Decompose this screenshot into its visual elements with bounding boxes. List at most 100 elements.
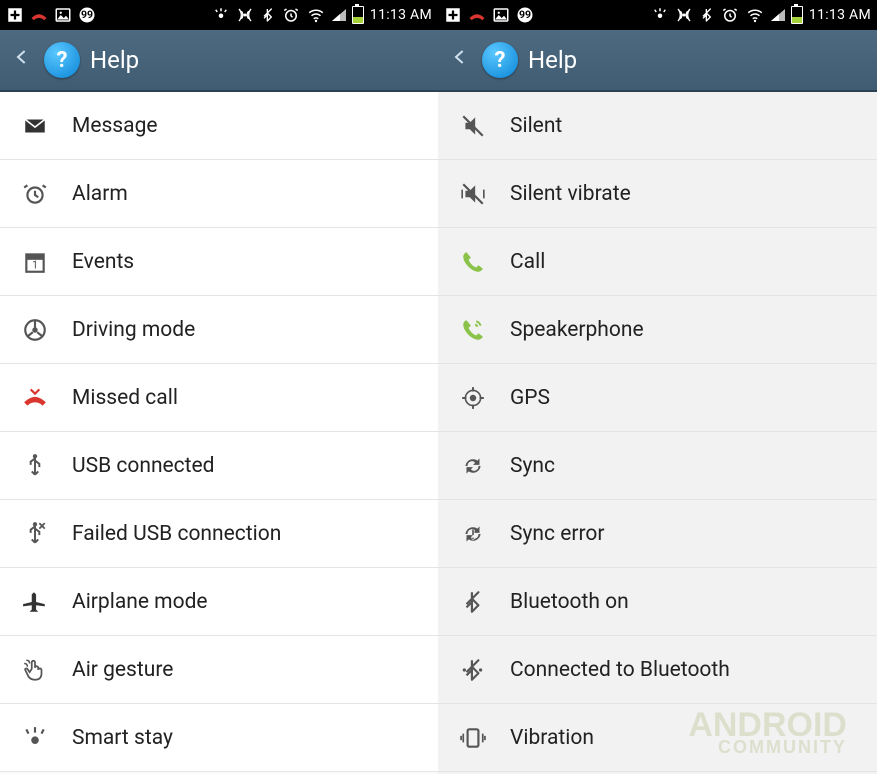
airplane-icon bbox=[20, 589, 50, 615]
hangouts-icon bbox=[516, 6, 534, 24]
list-item-label: Silent bbox=[510, 114, 562, 138]
smart-stay-icon bbox=[651, 6, 669, 24]
missed-call-icon bbox=[20, 385, 50, 411]
gps-icon bbox=[458, 385, 488, 411]
usb-error-icon bbox=[20, 521, 50, 547]
plus-icon bbox=[6, 6, 24, 24]
list-item-label: Failed USB connection bbox=[72, 522, 281, 546]
chevron-left-icon bbox=[14, 44, 30, 70]
list-item-message[interactable]: Message bbox=[0, 92, 438, 160]
message-icon bbox=[20, 113, 50, 139]
list-item-label: Smart stay bbox=[72, 726, 173, 750]
list-item-label: Sync error bbox=[510, 522, 604, 546]
signal-icon bbox=[771, 9, 785, 21]
list-item-silent-vibrate[interactable]: Silent vibrate bbox=[438, 160, 877, 228]
list-item-speakerphone[interactable]: Speakerphone bbox=[438, 296, 877, 364]
list-item-label: Air gesture bbox=[72, 658, 173, 682]
list-item-vibration[interactable]: Vibration bbox=[438, 704, 877, 772]
list-item-label: Silent vibrate bbox=[510, 182, 631, 206]
chevron-left-icon bbox=[452, 44, 468, 70]
battery-icon bbox=[352, 6, 364, 24]
alarm-icon bbox=[282, 6, 300, 24]
eye-icon bbox=[20, 725, 50, 751]
list-item-label: Airplane mode bbox=[72, 590, 208, 614]
list-item-alarm[interactable]: Alarm bbox=[0, 160, 438, 228]
list-item-call[interactable]: Call bbox=[438, 228, 877, 296]
silent-icon bbox=[458, 113, 488, 139]
page-title: Help bbox=[90, 46, 139, 74]
bluetooth-icon bbox=[458, 589, 488, 615]
wifi-icon bbox=[745, 6, 765, 24]
hangouts-icon bbox=[78, 6, 96, 24]
list-item-driving-mode[interactable]: Driving mode bbox=[0, 296, 438, 364]
list-item-sync[interactable]: Sync bbox=[438, 432, 877, 500]
list-item-label: Sync bbox=[510, 454, 555, 478]
list-item-silent[interactable]: Silent bbox=[438, 92, 877, 160]
plus-icon bbox=[444, 6, 462, 24]
status-bar: 11:13 AM bbox=[0, 0, 438, 30]
missed-call-icon bbox=[30, 6, 48, 24]
bluetooth-icon bbox=[260, 6, 276, 24]
screenshot-right: 11:13 AM ? Help Silent Silent vibrate Ca… bbox=[438, 0, 877, 774]
status-time: 11:13 AM bbox=[370, 7, 432, 23]
help-list[interactable]: Silent Silent vibrate Call Speakerphone … bbox=[438, 92, 877, 774]
list-item-label: Driving mode bbox=[72, 318, 195, 342]
list-item-bluetooth-on[interactable]: Bluetooth on bbox=[438, 568, 877, 636]
list-item-label: Connected to Bluetooth bbox=[510, 658, 730, 682]
list-item-label: Message bbox=[72, 114, 158, 138]
speakerphone-icon bbox=[458, 317, 488, 343]
list-item-label: Missed call bbox=[72, 386, 178, 410]
list-item-bluetooth-connected[interactable]: Connected to Bluetooth bbox=[438, 636, 877, 704]
list-item-usb-connected[interactable]: USB connected bbox=[0, 432, 438, 500]
status-bar: 11:13 AM bbox=[438, 0, 877, 30]
back-button[interactable] bbox=[10, 40, 34, 80]
smart-stay-icon bbox=[212, 6, 230, 24]
vibration-icon bbox=[458, 725, 488, 751]
help-icon: ? bbox=[44, 42, 80, 78]
list-item-label: Events bbox=[72, 250, 134, 274]
list-item-failed-usb[interactable]: Failed USB connection bbox=[0, 500, 438, 568]
help-icon: ? bbox=[482, 42, 518, 78]
list-item-events[interactable]: Events bbox=[0, 228, 438, 296]
list-item-air-gesture[interactable]: Air gesture bbox=[0, 636, 438, 704]
image-icon bbox=[54, 6, 72, 24]
list-item-gps[interactable]: GPS bbox=[438, 364, 877, 432]
list-item-label: Speakerphone bbox=[510, 318, 644, 342]
steering-wheel-icon bbox=[20, 317, 50, 343]
alarm-icon bbox=[721, 6, 739, 24]
list-item-smart-stay[interactable]: Smart stay bbox=[0, 704, 438, 772]
app-bar: ? Help bbox=[0, 30, 438, 92]
list-item-label: USB connected bbox=[72, 454, 215, 478]
alarm-icon bbox=[20, 181, 50, 207]
battery-icon bbox=[791, 6, 803, 24]
usb-icon bbox=[20, 453, 50, 479]
help-list[interactable]: Message Alarm Events Driving mode Missed… bbox=[0, 92, 438, 774]
list-item-airplane-mode[interactable]: Airplane mode bbox=[0, 568, 438, 636]
bluetooth-icon bbox=[699, 6, 715, 24]
sync-icon bbox=[458, 453, 488, 479]
nfc-icon bbox=[675, 6, 693, 24]
missed-call-icon bbox=[468, 6, 486, 24]
hand-icon bbox=[20, 657, 50, 683]
list-item-sync-error[interactable]: Sync error bbox=[438, 500, 877, 568]
signal-icon bbox=[332, 9, 346, 21]
bluetooth-connected-icon bbox=[458, 657, 488, 683]
list-item-label: Alarm bbox=[72, 182, 128, 206]
list-item-label: GPS bbox=[510, 386, 550, 410]
list-item-missed-call[interactable]: Missed call bbox=[0, 364, 438, 432]
image-icon bbox=[492, 6, 510, 24]
sync-error-icon bbox=[458, 521, 488, 547]
list-item-label: Vibration bbox=[510, 726, 594, 750]
wifi-icon bbox=[306, 6, 326, 24]
call-icon bbox=[458, 249, 488, 275]
calendar-icon bbox=[20, 249, 50, 275]
silent-vibrate-icon bbox=[458, 181, 488, 207]
list-item-label: Bluetooth on bbox=[510, 590, 629, 614]
back-button[interactable] bbox=[448, 40, 472, 80]
nfc-icon bbox=[236, 6, 254, 24]
screenshot-left: 11:13 AM ? Help Message Alarm Events Dri… bbox=[0, 0, 438, 774]
page-title: Help bbox=[528, 46, 577, 74]
list-item-label: Call bbox=[510, 250, 545, 274]
app-bar: ? Help bbox=[438, 30, 877, 92]
status-time: 11:13 AM bbox=[809, 7, 871, 23]
